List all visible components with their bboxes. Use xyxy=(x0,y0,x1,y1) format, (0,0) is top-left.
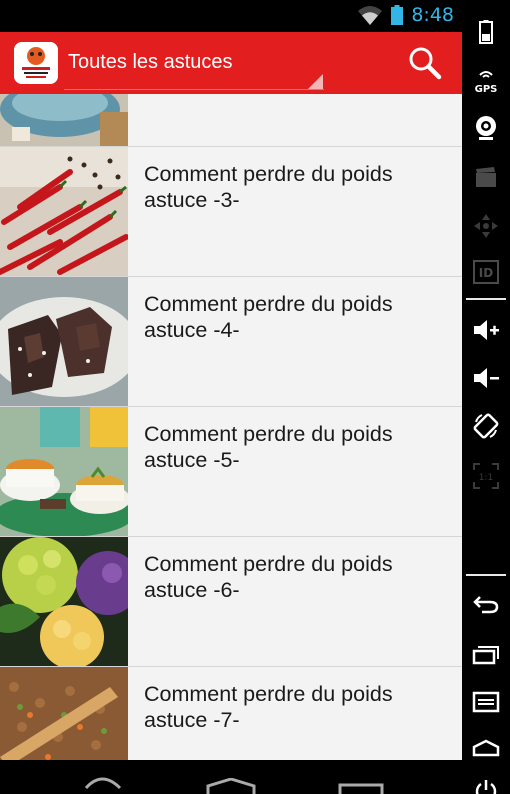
sidebar-divider xyxy=(466,574,506,576)
wifi-icon xyxy=(357,4,383,26)
status-time: 8:48 xyxy=(411,4,454,26)
list-item-title: Comment perdre du poids astuce -6- xyxy=(144,552,393,602)
list-item[interactable]: Comment perdre du poids astuce -3- xyxy=(0,147,462,277)
thumbnail-image xyxy=(0,667,128,760)
back-icon[interactable] xyxy=(80,774,124,794)
list-item[interactable]: Comment perdre du poids astuce -5- xyxy=(0,407,462,537)
thumbnail-image xyxy=(0,277,128,406)
recent-apps-icon[interactable] xyxy=(338,782,384,794)
gps-icon[interactable]: GPS xyxy=(462,60,510,100)
system-sidebar: GPS ID 1:1 xyxy=(462,0,510,794)
back-icon[interactable] xyxy=(462,584,510,624)
id-icon[interactable]: ID xyxy=(462,252,510,292)
status-bar: 8:48 xyxy=(0,0,462,32)
list-item-title: Comment perdre du poids astuce -4- xyxy=(144,292,393,342)
volume-up-icon[interactable] xyxy=(462,310,510,350)
page-title[interactable]: Toutes les astuces xyxy=(68,51,233,74)
list-item[interactable]: Comment perdre du poids astuce -4- xyxy=(0,277,462,407)
search-button[interactable] xyxy=(404,44,444,82)
list-item[interactable]: Comment perdre du poids astuce -6- xyxy=(0,537,462,667)
volume-down-icon[interactable] xyxy=(462,358,510,398)
video-icon[interactable] xyxy=(462,158,510,198)
menu-icon[interactable] xyxy=(462,682,510,722)
svg-text:GPS: GPS xyxy=(475,84,498,95)
list-item[interactable]: Comment perdre du poids astuce -7- xyxy=(0,667,462,760)
list-item-title: Comment perdre du poids astuce -3- xyxy=(144,162,393,212)
battery-icon[interactable] xyxy=(462,12,510,52)
list-item[interactable] xyxy=(0,94,462,147)
app-logo[interactable] xyxy=(14,42,58,84)
recent-apps-icon[interactable] xyxy=(462,634,510,674)
camera-icon[interactable] xyxy=(462,108,510,148)
battery-icon xyxy=(391,5,404,25)
list-item-title: Comment perdre du poids astuce -7- xyxy=(144,682,393,732)
action-bar: Toutes les astuces xyxy=(0,32,462,94)
svg-text:ID: ID xyxy=(479,266,493,280)
power-icon[interactable] xyxy=(462,770,510,794)
thumbnail-image xyxy=(0,407,128,536)
thumbnail-image xyxy=(0,147,128,276)
spinner-arrow-icon[interactable] xyxy=(308,74,323,89)
thumbnail-image xyxy=(0,94,128,146)
sidebar-divider xyxy=(466,298,506,300)
astuces-list[interactable]: Comment perdre du poids astuce -3- Comme… xyxy=(0,94,462,760)
list-item-title: Comment perdre du poids astuce -5- xyxy=(144,422,393,472)
home-icon[interactable] xyxy=(206,777,256,794)
bottom-navigation-bar xyxy=(0,760,462,794)
thumbnail-image xyxy=(0,537,128,666)
search-icon xyxy=(404,47,444,86)
spinner-underline xyxy=(64,89,324,90)
svg-text:1:1: 1:1 xyxy=(479,473,493,483)
home-icon[interactable] xyxy=(462,728,510,768)
scale-icon[interactable]: 1:1 xyxy=(462,456,510,496)
rotate-icon[interactable] xyxy=(462,406,510,446)
dpad-icon[interactable] xyxy=(462,206,510,246)
